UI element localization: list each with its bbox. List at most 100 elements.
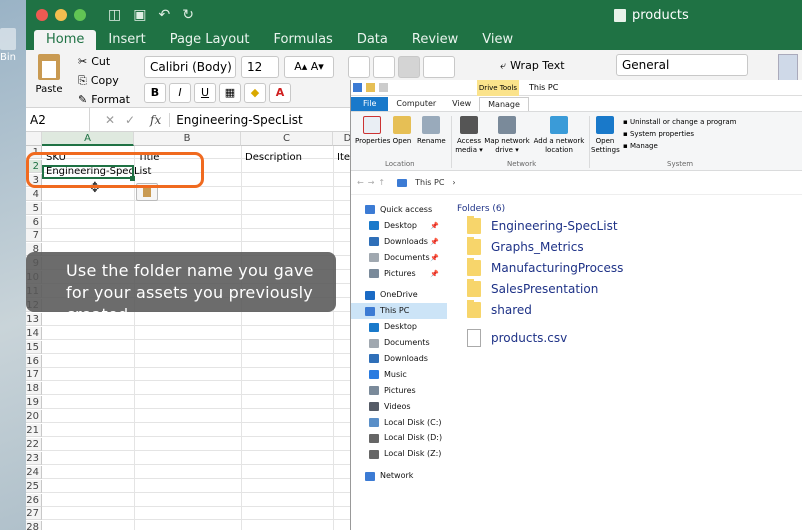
sidebar-icon[interactable]: ◫ <box>108 7 121 23</box>
folder-item[interactable]: Engineering-SpecList <box>455 216 802 237</box>
nav-item[interactable]: Pictures 📌 <box>351 266 447 282</box>
row-header[interactable]: 25 <box>26 479 42 493</box>
row-header[interactable]: 19 <box>26 396 42 410</box>
open-button[interactable]: Open <box>391 116 413 146</box>
access-media-button[interactable]: Access media ▾ <box>455 116 483 155</box>
nav-item[interactable]: Network <box>351 468 447 484</box>
undo-icon[interactable]: ↶ <box>158 7 170 23</box>
cut-button[interactable]: ✂ Cut <box>78 52 130 71</box>
tab-file[interactable]: File <box>351 97 389 111</box>
row-header[interactable]: 24 <box>26 465 42 479</box>
nav-item[interactable]: Documents <box>351 335 447 351</box>
properties-button[interactable]: Properties <box>355 116 390 146</box>
font-name-dropdown[interactable]: Calibri (Body) <box>144 56 236 78</box>
row-header[interactable]: 27 <box>26 507 42 521</box>
conditional-formatting-icon[interactable] <box>778 54 798 82</box>
tab-view[interactable]: View <box>470 30 525 50</box>
nav-item[interactable]: Desktop 📌 <box>351 218 447 234</box>
tab-insert[interactable]: Insert <box>96 30 157 50</box>
align-bottom-button[interactable] <box>398 56 420 78</box>
chevron-right-icon[interactable]: › <box>452 178 455 187</box>
row-header[interactable]: 18 <box>26 382 42 396</box>
row-header[interactable]: 14 <box>26 326 42 340</box>
nav-item[interactable]: Pictures <box>351 383 447 399</box>
row-header[interactable]: 17 <box>26 368 42 382</box>
nav-item[interactable]: OneDrive <box>351 287 447 303</box>
underline-button[interactable]: U <box>194 83 216 103</box>
open-settings-button[interactable]: Open Settings <box>591 116 620 155</box>
manage-button[interactable]: ▪ Manage <box>623 140 737 152</box>
nav-item[interactable]: Videos <box>351 399 447 415</box>
fill-color-button[interactable]: ◆ <box>244 83 266 103</box>
nav-item[interactable]: Desktop <box>351 319 447 335</box>
nav-item[interactable]: This PC <box>351 303 447 320</box>
align-middle-button[interactable] <box>373 56 395 78</box>
row-header[interactable]: 23 <box>26 451 42 465</box>
row-header[interactable]: 7 <box>26 229 42 243</box>
cell-c1[interactable]: Description <box>243 152 302 164</box>
function-icon[interactable]: fx <box>150 113 161 127</box>
folder-item[interactable]: ManufacturingProcess <box>455 257 802 279</box>
nav-item[interactable]: Downloads 📌 <box>351 234 447 250</box>
nav-item[interactable]: Quick access <box>351 202 447 218</box>
file-item[interactable]: products.csv <box>455 328 802 349</box>
address-bar[interactable]: ←→↑ This PC › <box>351 171 802 195</box>
pin-icon[interactable]: 📌 <box>430 234 439 250</box>
tab-review[interactable]: Review <box>400 30 470 50</box>
orientation-button[interactable] <box>423 56 455 78</box>
folders-header[interactable]: Folders (6) <box>455 202 802 216</box>
formula-input[interactable]: Engineering-SpecList <box>169 112 303 127</box>
pc-icon[interactable] <box>353 83 362 92</box>
nav-item[interactable]: Local Disk (Z:) <box>351 446 447 462</box>
row-header[interactable]: 13 <box>26 312 42 326</box>
borders-button[interactable]: ▦ <box>219 83 241 103</box>
nav-arrows-icon[interactable]: ←→↑ <box>357 178 389 187</box>
nav-item[interactable]: Documents 📌 <box>351 250 447 266</box>
undo-icon[interactable] <box>379 83 388 92</box>
nav-item[interactable]: Downloads <box>351 351 447 367</box>
tab-computer[interactable]: Computer <box>388 97 444 111</box>
font-grow-shrink-buttons[interactable]: A▴ A▾ <box>284 56 334 78</box>
name-box[interactable]: A2 <box>26 107 90 132</box>
pin-icon[interactable]: 📌 <box>430 218 439 234</box>
italic-button[interactable]: I <box>169 83 191 103</box>
row-header[interactable]: 16 <box>26 354 42 368</box>
folder-item[interactable]: SalesPresentation <box>455 278 802 299</box>
uninstall-button[interactable]: ▪ Uninstall or change a program <box>623 116 737 128</box>
tab-data[interactable]: Data <box>345 30 400 50</box>
tab-home[interactable]: Home <box>34 30 97 50</box>
folder-item[interactable]: Graphs_Metrics <box>455 237 802 258</box>
row-header[interactable]: 28 <box>26 521 42 530</box>
row-header[interactable]: 6 <box>26 215 42 229</box>
format-painter-button[interactable]: ✎ Format <box>78 90 130 109</box>
pin-icon[interactable]: 📌 <box>430 250 439 266</box>
nav-item[interactable]: Music <box>351 367 447 383</box>
zoom-icon[interactable] <box>74 9 86 21</box>
row-header[interactable]: 20 <box>26 410 42 424</box>
row-header[interactable]: 22 <box>26 437 42 451</box>
column-header-a[interactable]: A <box>42 132 134 146</box>
copy-button[interactable]: ⎘ Copy <box>78 71 130 90</box>
folder-item[interactable]: shared <box>455 299 802 320</box>
wrap-text-button[interactable]: ⤶ Wrap Text <box>500 56 565 78</box>
bold-button[interactable]: B <box>144 83 166 103</box>
font-size-dropdown[interactable]: 12 <box>241 56 279 78</box>
redo-icon[interactable]: ↻ <box>182 7 194 23</box>
tab-view[interactable]: View <box>444 97 479 111</box>
tab-formulas[interactable]: Formulas <box>261 30 344 50</box>
row-header[interactable]: 4 <box>26 187 42 201</box>
nav-item[interactable]: Local Disk (C:) <box>351 415 447 431</box>
save-icon[interactable]: ▣ <box>133 7 146 23</box>
add-network-location-button[interactable]: Add a network location <box>531 116 587 155</box>
nav-item[interactable]: Local Disk (D:) <box>351 430 447 446</box>
system-properties-button[interactable]: ▪ System properties <box>623 128 737 140</box>
rename-button[interactable]: Rename <box>417 116 446 146</box>
column-header-b[interactable]: B <box>134 132 241 146</box>
folder-icon[interactable] <box>366 83 375 92</box>
pin-icon[interactable]: 📌 <box>430 266 439 282</box>
tab-page-layout[interactable]: Page Layout <box>158 30 262 50</box>
cancel-icon[interactable]: ✕ <box>105 113 115 127</box>
recycle-bin-icon[interactable] <box>0 28 16 50</box>
close-icon[interactable] <box>36 9 48 21</box>
paste-button[interactable]: Paste <box>34 54 64 95</box>
